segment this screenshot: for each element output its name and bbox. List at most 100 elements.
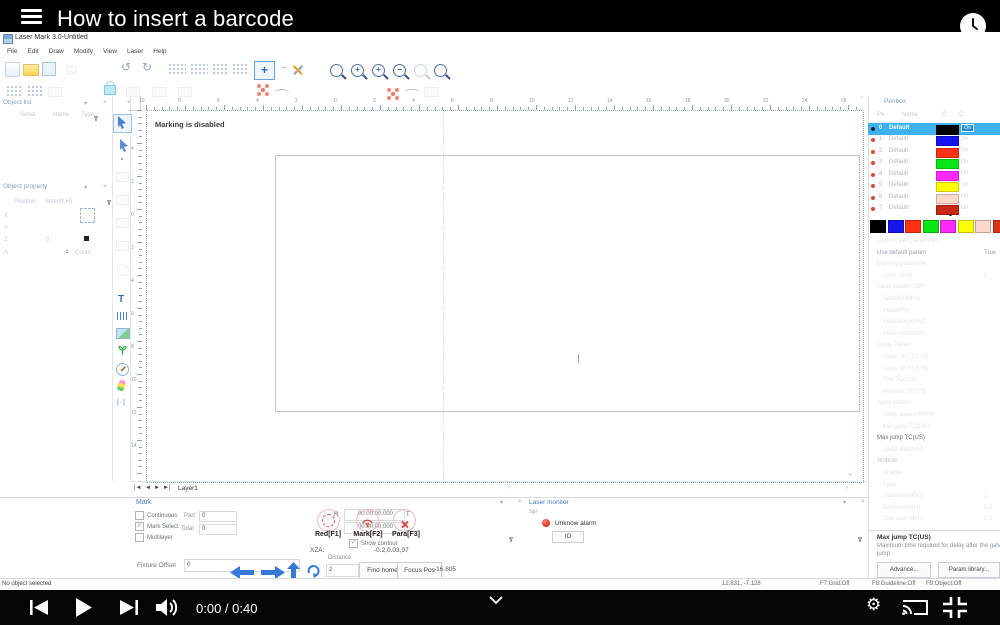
param-row[interactable]: Laser param (SP)	[868, 283, 1000, 294]
array-tool-icon[interactable]	[232, 63, 248, 76]
watch-later-clock-icon[interactable]	[959, 12, 987, 40]
pin-icon[interactable]	[108, 200, 110, 205]
pen-row[interactable]: 5DefaultOn	[868, 181, 1000, 193]
zoom-in-tool-icon[interactable]: +	[351, 64, 364, 77]
distance-input[interactable]: 2	[326, 564, 359, 577]
param-row[interactable]: Current pen parameter	[868, 237, 1000, 248]
mark-checkbox-multilayer[interactable]: Multilayer	[135, 529, 205, 539]
previous-button[interactable]	[30, 600, 48, 615]
array-tool-icon[interactable]	[168, 63, 186, 76]
mark-run-icon[interactable]	[356, 509, 379, 532]
select-tool-icon[interactable]	[6, 85, 22, 96]
param-row[interactable]: Max jump TC(US)	[868, 434, 1000, 445]
param-row[interactable]: Enable	[868, 469, 1000, 480]
curve-tool[interactable]	[116, 195, 129, 205]
red-f1-button[interactable]: Red[F1]	[306, 531, 350, 538]
cast-icon[interactable]	[902, 598, 928, 617]
io-button[interactable]: IO	[552, 531, 584, 543]
jog-up-icon[interactable]	[287, 562, 300, 579]
pin-icon[interactable]	[859, 537, 861, 542]
pin-icon[interactable]	[95, 116, 97, 121]
mark-checkbox-mark-select[interactable]: ✓Mark Select	[135, 518, 205, 528]
palette-swatch[interactable]	[923, 220, 939, 233]
pen-row[interactable]: 7DefaultOn	[868, 204, 1000, 216]
param-row[interactable]: Type	[868, 481, 1000, 492]
image-tool[interactable]	[116, 328, 130, 339]
param-row[interactable]: Speed(MM/S)	[868, 295, 1000, 306]
param-row[interactable]: Jump speed(MM/S)	[868, 411, 1000, 422]
scroll-down-icon[interactable]: ˅	[848, 473, 852, 479]
param-row[interactable]: Loop count1	[868, 272, 1000, 283]
first-layer-icon[interactable]: |◄	[134, 485, 142, 491]
prev-layer-icon[interactable]: ◄	[145, 485, 151, 491]
circle-tool[interactable]	[116, 241, 129, 251]
rotate-mark-icon[interactable]	[261, 88, 265, 92]
pen-row[interactable]: 6DefaultOn	[868, 192, 1000, 204]
palette-swatch[interactable]	[888, 220, 904, 233]
pin-icon[interactable]	[510, 537, 512, 542]
zoom-out-button[interactable]: −	[281, 63, 287, 74]
tab-scroll-right-icon[interactable]: ›	[846, 485, 848, 491]
param-row[interactable]: Laser on TC(US)	[868, 353, 1000, 364]
settings-gear-icon[interactable]: ⚙	[866, 594, 881, 616]
node-tool-icon[interactable]	[27, 85, 43, 96]
barcode-tool[interactable]	[117, 312, 127, 320]
param-row[interactable]: Diameter(MM)1	[868, 492, 1000, 503]
print-icon[interactable]	[66, 66, 77, 74]
text-tool[interactable]: T	[118, 294, 124, 305]
palette-swatch[interactable]	[940, 220, 956, 233]
tools-icon[interactable]	[290, 62, 306, 78]
tab-scroll-left-icon[interactable]: ‹	[508, 485, 510, 491]
array-tool-icon[interactable]	[190, 63, 208, 76]
anchor-point-icon[interactable]	[84, 236, 89, 241]
zoom-fit-tool-icon[interactable]	[434, 64, 447, 77]
collapse-icon[interactable]: ⌃	[860, 96, 864, 102]
param-row[interactable]: Diameter(MM)0.5	[868, 515, 1000, 526]
menu-edit[interactable]: Edit	[27, 48, 38, 55]
param-row[interactable]: Power(%)	[868, 307, 1000, 318]
part-input[interactable]: 0	[199, 511, 237, 522]
red-light-icon[interactable]	[317, 509, 340, 532]
snap-icon[interactable]	[48, 87, 62, 97]
color-fill-tool[interactable]	[116, 379, 126, 392]
line-tool[interactable]	[116, 172, 129, 182]
zoom-tool-icon[interactable]	[330, 64, 343, 77]
zoom-tool-icon[interactable]	[414, 64, 427, 77]
dimension-tool[interactable]: |·|	[117, 399, 126, 406]
next-button[interactable]	[120, 600, 138, 615]
rotate-icon[interactable]	[305, 563, 322, 578]
ellipse-tool[interactable]	[117, 264, 129, 276]
point-tool[interactable]	[121, 158, 123, 160]
param-row[interactable]: Use default paramTrue	[868, 249, 1000, 260]
param-row[interactable]: Frequency(KHZ)	[868, 318, 1000, 329]
para-f3-button[interactable]: Para[F3]	[384, 531, 428, 538]
layer-tab[interactable]: Layer1	[178, 485, 198, 492]
volume-icon[interactable]	[156, 598, 182, 617]
expand-triangle-icon[interactable]: ▲	[948, 212, 953, 218]
palette-swatch[interactable]	[958, 220, 974, 233]
param-tools-icon[interactable]	[393, 509, 416, 532]
new-file-icon[interactable]	[5, 62, 20, 77]
aspect-lock-icon[interactable]	[80, 208, 95, 223]
close-icon[interactable]: ×	[861, 499, 865, 505]
plant-vector-tool[interactable]	[117, 345, 128, 356]
zoom-in-button[interactable]: +	[254, 61, 275, 80]
save-file-icon[interactable]	[42, 62, 56, 76]
spinner-icon[interactable]	[66, 248, 68, 254]
last-layer-icon[interactable]: ►|	[163, 485, 171, 491]
cursor-edit-tool[interactable]	[116, 138, 131, 153]
dock-menu-icon[interactable]: ▾	[84, 101, 87, 107]
open-file-icon[interactable]	[23, 64, 39, 76]
close-icon[interactable]: ×	[103, 184, 107, 190]
redo-icon[interactable]: ↻	[142, 60, 152, 74]
param-row[interactable]: Jump limit(MM)	[868, 446, 1000, 457]
param-row[interactable]: Wobble	[868, 457, 1000, 468]
pen-row[interactable]: 3DefaultOn	[868, 158, 1000, 170]
undo-icon[interactable]: ↺	[121, 60, 131, 74]
param-library-button[interactable]: Param library...	[938, 562, 1000, 578]
play-button[interactable]	[76, 598, 92, 617]
curve-icon[interactable]	[404, 89, 419, 96]
pen-row[interactable]: 1DefaultOn	[868, 135, 1000, 147]
menu-view[interactable]: View	[103, 48, 117, 55]
param-row[interactable]: Laser off TC(US)	[868, 365, 1000, 376]
